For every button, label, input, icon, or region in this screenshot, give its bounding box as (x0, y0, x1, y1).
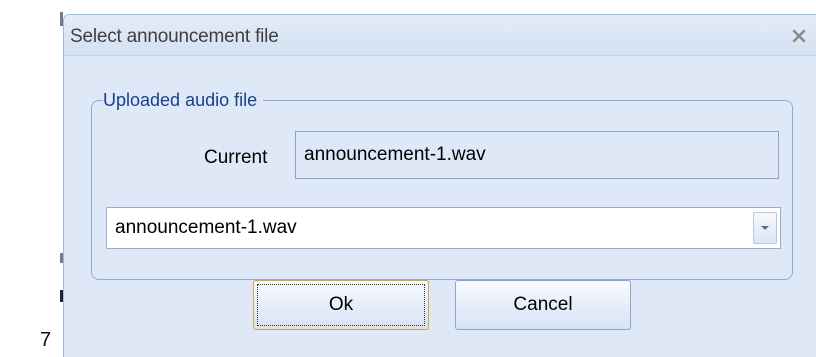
ok-button[interactable]: Ok (253, 280, 429, 330)
current-label: Current (204, 147, 268, 168)
cancel-button[interactable]: Cancel (455, 280, 631, 330)
current-file-field: announcement-1.wav (295, 131, 779, 179)
dialog-title: Select announcement file (70, 26, 279, 47)
chevron-down-icon[interactable] (753, 212, 777, 244)
fieldset-legend: Uploaded audio file (103, 88, 264, 112)
combo-selected-value[interactable]: announcement-1.wav (115, 208, 297, 248)
audio-file-combobox[interactable]: announcement-1.wav (106, 207, 781, 249)
uploaded-audio-fieldset (91, 100, 793, 280)
background-page-fragment: 7 (40, 329, 52, 351)
select-announcement-dialog: Select announcement file Uploaded audio … (63, 14, 816, 357)
dialog-titlebar[interactable]: Select announcement file (64, 15, 816, 56)
close-icon[interactable] (788, 25, 810, 47)
cancel-button-label: Cancel (513, 294, 573, 315)
ok-button-label: Ok (328, 294, 354, 315)
